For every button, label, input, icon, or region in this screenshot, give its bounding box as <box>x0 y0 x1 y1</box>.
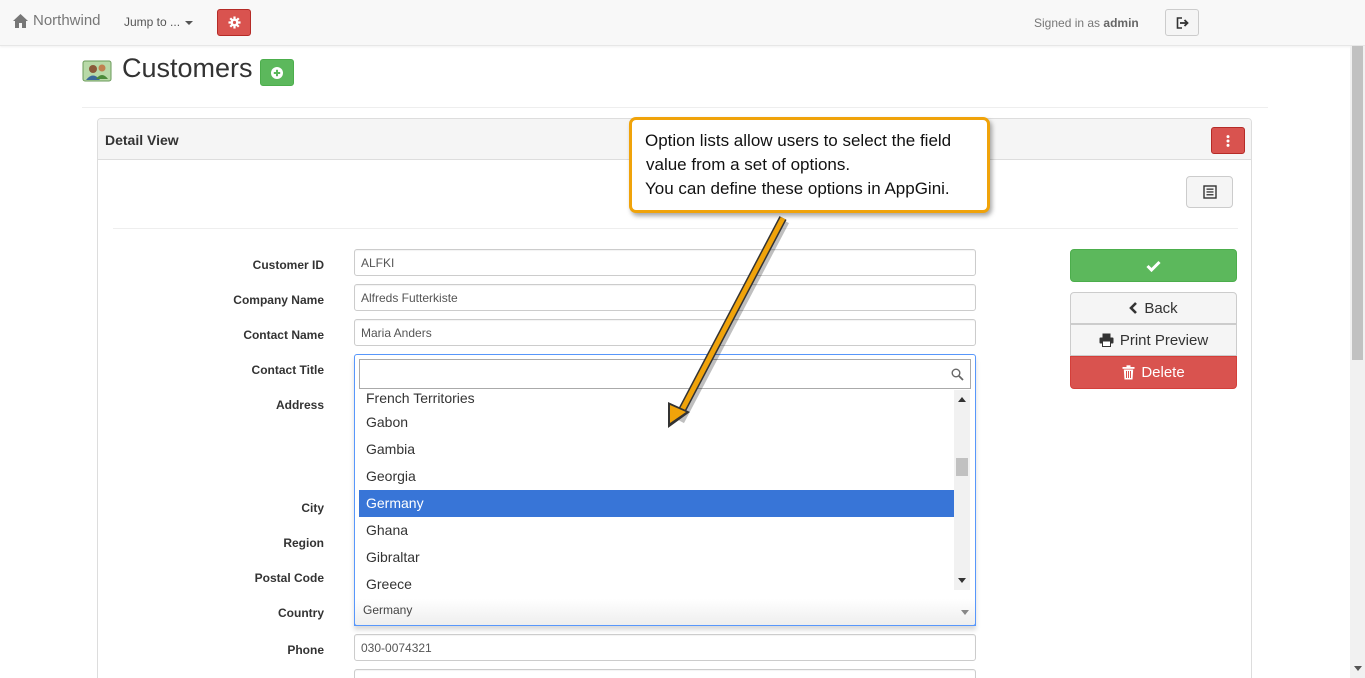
help-callout: Option lists allow users to select the f… <box>629 117 990 213</box>
customers-table-icon <box>82 60 112 82</box>
country-option[interactable]: Georgia <box>359 463 954 490</box>
country-dropdown: French Territories Gabon Gambia Georgia Germ… <box>354 354 976 626</box>
print-preview-button[interactable]: Print Preview <box>1070 324 1237 356</box>
country-option[interactable]: Germany <box>359 490 954 517</box>
page-title: Customers <box>122 53 253 83</box>
dropdown-scrollbar[interactable] <box>954 390 970 590</box>
region-label: Region <box>283 536 324 550</box>
page-scrollbar-thumb[interactable] <box>1352 46 1363 360</box>
country-option[interactable]: French Territories <box>359 390 954 409</box>
country-select[interactable]: Germany <box>354 599 976 626</box>
signed-in-status: Signed in as admin <box>1034 16 1139 30</box>
add-new-customer-button[interactable] <box>260 59 294 86</box>
country-label: Country <box>278 606 324 620</box>
country-selected-value: Germany <box>363 603 413 617</box>
header-divider <box>82 107 1268 108</box>
plus-circle-icon <box>271 66 283 79</box>
country-options-list: French Territories Gabon Gambia Georgia Germ… <box>359 390 954 625</box>
logout-button[interactable] <box>1165 9 1199 36</box>
sign-out-icon <box>1176 16 1189 29</box>
brand-name: Northwind <box>33 12 101 29</box>
callout-line-3: You can define these options in AppGini. <box>645 179 950 198</box>
caret-down-icon <box>185 21 194 25</box>
save-button[interactable] <box>1070 249 1237 282</box>
contact-name-field[interactable]: Maria Anders <box>354 319 976 346</box>
back-label: Back <box>1144 299 1178 317</box>
panel-title: Detail View <box>105 132 179 148</box>
chevron-left-icon <box>1129 302 1138 314</box>
postal-code-label: Postal Code <box>254 571 324 585</box>
more-options-button[interactable] <box>1211 127 1245 154</box>
callout-line-1: Option lists allow users to select the f… <box>645 131 952 150</box>
delete-button[interactable]: Delete <box>1070 356 1237 389</box>
country-option[interactable]: Greece <box>359 571 954 598</box>
customer-id-field[interactable]: ALFKI <box>354 249 976 276</box>
gear-icon <box>227 16 241 29</box>
username: admin <box>1103 16 1139 30</box>
print-preview-label: Print Preview <box>1119 331 1209 349</box>
country-option[interactable]: Gibraltar <box>359 544 954 571</box>
phone-label: Phone <box>287 643 324 657</box>
customer-id-label: Customer ID <box>252 258 324 272</box>
select-arrow-icon <box>961 610 969 615</box>
top-navbar: Northwind Jump to ... Signed in as admin <box>0 0 1365 46</box>
city-label: City <box>301 501 324 515</box>
jump-to-menu[interactable]: Jump to ... <box>124 15 194 29</box>
back-to-list-button[interactable] <box>1186 176 1233 208</box>
page-scrollbar[interactable] <box>1350 46 1365 678</box>
back-button[interactable]: Back <box>1070 292 1237 324</box>
admin-settings-button[interactable] <box>217 9 251 36</box>
fax-field[interactable] <box>354 669 976 678</box>
country-option[interactable]: Gabon <box>359 409 954 436</box>
contact-name-label: Contact Name <box>243 328 324 342</box>
checkmark-icon <box>1146 260 1161 272</box>
country-option[interactable]: Ghana <box>359 517 954 544</box>
scrollbar-thumb[interactable] <box>956 457 968 476</box>
company-name-label: Company Name <box>233 293 324 307</box>
action-button-group: Back Print Preview Delete <box>1070 292 1237 389</box>
print-icon <box>1099 333 1114 347</box>
delete-label: Delete <box>1141 364 1185 381</box>
callout-line-2: value from a set of options. <box>646 155 851 174</box>
country-search-input[interactable] <box>359 359 971 389</box>
signed-in-prefix: Signed in as <box>1034 16 1101 30</box>
address-label: Address <box>275 398 324 412</box>
phone-field[interactable]: 030-0074321 <box>354 634 976 661</box>
company-name-field[interactable]: Alfreds Futterkiste <box>354 284 976 311</box>
scroll-down-arrow-icon[interactable] <box>958 578 966 583</box>
search-icon <box>951 368 964 381</box>
country-option[interactable]: Gambia <box>359 436 954 463</box>
page-scroll-down-icon[interactable] <box>1354 666 1362 671</box>
brand-link[interactable]: Northwind <box>12 12 101 29</box>
home-icon <box>13 13 28 28</box>
jump-to-label: Jump to ... <box>124 15 181 29</box>
panel-divider <box>113 228 1238 229</box>
trash-icon <box>1122 365 1135 380</box>
list-icon <box>1202 185 1217 199</box>
contact-title-label: Contact Title <box>251 363 324 377</box>
vertical-ellipsis-icon <box>1226 134 1230 147</box>
scroll-up-arrow-icon[interactable] <box>958 397 966 402</box>
